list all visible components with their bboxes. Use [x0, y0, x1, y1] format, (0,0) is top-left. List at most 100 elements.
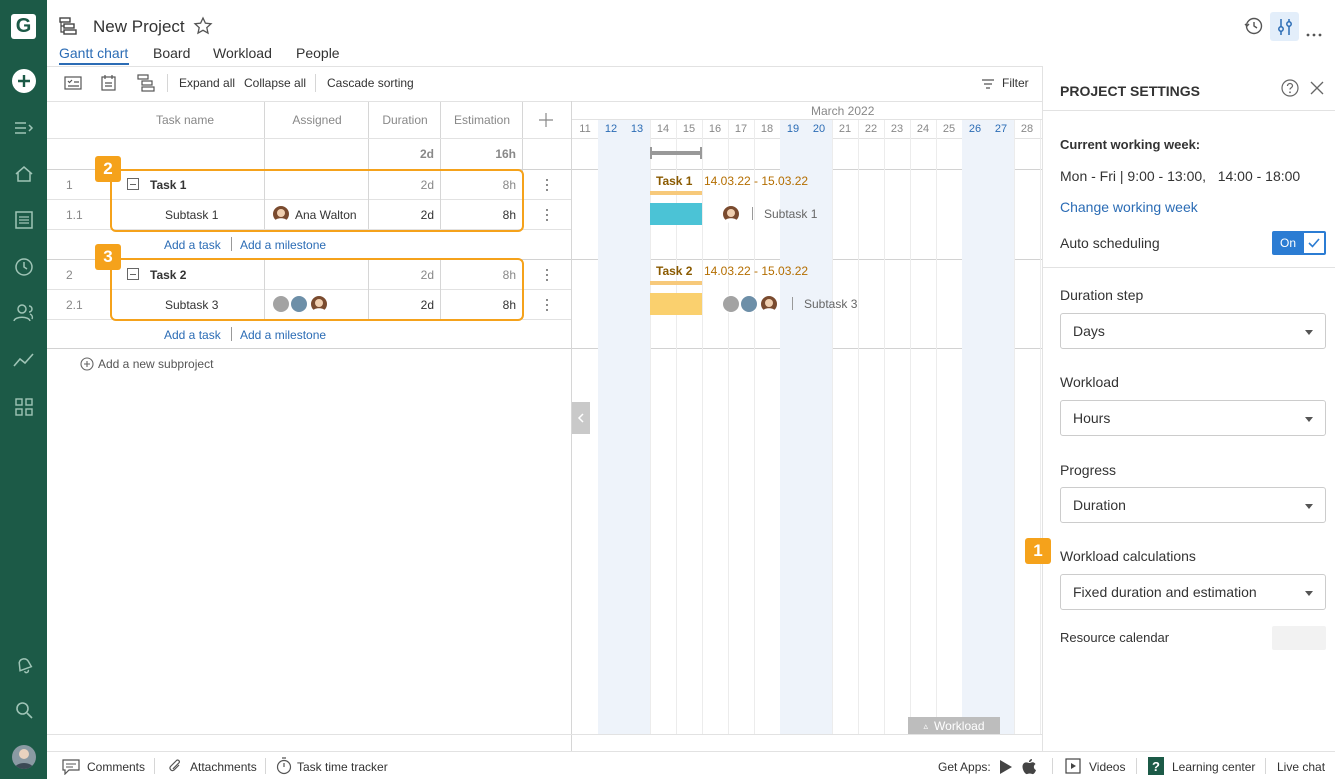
app-logo[interactable]: G — [11, 14, 36, 39]
gantt-subtask-1-bar[interactable] — [650, 203, 702, 225]
gantt-task-1-label[interactable]: Task 1 — [656, 174, 692, 188]
create-new-icon[interactable] — [0, 66, 47, 96]
column-header-estimation[interactable]: Estimation — [441, 102, 523, 138]
gantt-task-2-dates: 14.03.22 - 15.03.22 — [704, 264, 809, 278]
gantt-day-gridline — [1040, 120, 1041, 734]
add-task-link-1[interactable]: Add a task — [164, 238, 221, 252]
time-icon[interactable] — [0, 252, 47, 282]
tab-workload[interactable]: Workload — [213, 45, 272, 61]
subtask-3-menu-icon[interactable] — [541, 298, 553, 312]
expand-sidebar-icon[interactable] — [0, 113, 47, 143]
add-milestone-link-2[interactable]: Add a milestone — [240, 328, 326, 342]
google-play-icon[interactable] — [999, 759, 1013, 779]
time-tracker-button[interactable]: Task time tracker — [297, 760, 388, 774]
expand-all-button[interactable]: Expand all — [179, 76, 235, 90]
gantt-task-1-bar[interactable] — [650, 191, 702, 195]
tab-people[interactable]: People — [296, 45, 340, 61]
task-2-menu-icon[interactable] — [541, 268, 553, 282]
workload-calculations-select[interactable]: Fixed duration and estimation — [1060, 574, 1326, 610]
gantt-day-12: 12 — [604, 123, 618, 135]
col-divider — [440, 102, 441, 170]
footer-divider — [1265, 758, 1266, 774]
videos-icon[interactable] — [1065, 758, 1081, 779]
workload-panel-button[interactable]: ▵ Workload — [908, 717, 1000, 735]
chevron-down-icon — [1305, 417, 1313, 422]
add-task-link-2[interactable]: Add a task — [164, 328, 221, 342]
learning-center-icon[interactable]: ? — [1148, 757, 1164, 775]
auto-scheduling-toggle[interactable]: On — [1272, 231, 1326, 255]
filter-button[interactable]: Filter — [1002, 76, 1029, 90]
col-divider — [264, 102, 265, 170]
cascade-sorting-button[interactable]: Cascade sorting — [327, 76, 414, 90]
gantt-day-25: 25 — [942, 123, 956, 135]
add-milestone-link-1[interactable]: Add a milestone — [240, 238, 326, 252]
collapse-grid-handle[interactable] — [572, 402, 590, 434]
callout-badge-3: 3 — [95, 244, 121, 270]
subtask-1-menu-icon[interactable] — [541, 208, 553, 222]
bottom-scroll-divider — [47, 734, 1042, 735]
change-working-week-link[interactable]: Change working week — [1060, 199, 1198, 215]
add-subproject-icon[interactable] — [80, 357, 94, 376]
collapse-all-button[interactable]: Collapse all — [244, 76, 306, 90]
user-avatar[interactable] — [12, 745, 36, 769]
gantt-day-28: 28 — [1020, 123, 1034, 135]
help-icon[interactable] — [1280, 78, 1300, 103]
favorite-star-icon[interactable] — [193, 16, 213, 41]
gantt-day-24: 24 — [916, 123, 930, 135]
gantt-day-13: 13 — [630, 123, 644, 135]
apple-icon[interactable] — [1022, 758, 1037, 779]
filter-icon[interactable] — [981, 77, 995, 95]
summary-bar-cap — [700, 147, 702, 159]
progress-select[interactable]: Duration — [1060, 487, 1326, 523]
avatar — [740, 295, 758, 313]
gantt-day-gridline — [702, 120, 703, 734]
live-chat-button[interactable]: Live chat — [1277, 760, 1325, 774]
notifications-icon[interactable] — [0, 649, 47, 679]
page-title[interactable]: New Project — [93, 17, 185, 37]
history-icon[interactable] — [1244, 16, 1264, 41]
tab-gantt-chart[interactable]: Gantt chart — [59, 45, 128, 61]
comments-button[interactable]: Comments — [87, 760, 145, 774]
home-icon[interactable] — [0, 159, 47, 189]
search-icon[interactable] — [0, 695, 47, 725]
people-icon[interactable] — [0, 298, 47, 328]
attachments-icon[interactable] — [168, 758, 182, 779]
learning-center-button[interactable]: Learning center — [1172, 760, 1255, 774]
toolbar-divider — [167, 74, 168, 92]
add-task-toolbar-icon[interactable] — [64, 75, 82, 96]
column-header-task-name[interactable]: Task name — [105, 102, 265, 138]
projects-icon[interactable] — [0, 205, 47, 235]
gantt-day-gridline — [832, 120, 833, 734]
left-sidebar: G — [0, 0, 47, 779]
settings-title: PROJECT SETTINGS — [1060, 83, 1201, 99]
videos-button[interactable]: Videos — [1089, 760, 1125, 774]
col-divider — [522, 102, 523, 170]
resource-calendar-toggle[interactable] — [1272, 626, 1326, 650]
attachments-button[interactable]: Attachments — [190, 760, 257, 774]
gantt-task-2-bar[interactable] — [650, 281, 702, 285]
close-icon[interactable] — [1310, 81, 1324, 100]
gantt-task-2-label[interactable]: Task 2 — [656, 264, 692, 278]
add-column-icon[interactable] — [538, 112, 554, 133]
subtask-3-number: 2.1 — [66, 298, 83, 312]
add-milestone-toolbar-icon[interactable] — [100, 74, 118, 97]
column-header-assigned[interactable]: Assigned — [265, 102, 369, 138]
tab-board[interactable]: Board — [153, 45, 190, 61]
more-options-icon[interactable] — [1306, 24, 1322, 42]
weekend-column — [962, 120, 988, 734]
apps-grid-icon[interactable] — [0, 392, 47, 422]
reports-icon[interactable] — [0, 345, 47, 375]
weekend-column — [598, 120, 624, 734]
column-header-duration[interactable]: Duration — [369, 102, 441, 138]
workload-select[interactable]: Hours — [1060, 400, 1326, 436]
add-subproject-link[interactable]: Add a new subproject — [98, 357, 213, 371]
duration-step-label: Duration step — [1060, 287, 1144, 303]
task-1-menu-icon[interactable] — [541, 178, 553, 192]
project-settings-icon[interactable] — [1270, 12, 1299, 41]
comments-icon[interactable] — [62, 759, 80, 779]
project-settings-panel: PROJECT SETTINGS Current working week: M… — [1042, 66, 1335, 751]
timer-icon[interactable] — [276, 757, 292, 779]
add-subproject-toolbar-icon[interactable] — [136, 74, 156, 97]
gantt-subtask-3-bar[interactable] — [650, 293, 702, 315]
duration-step-select[interactable]: Days — [1060, 313, 1326, 349]
